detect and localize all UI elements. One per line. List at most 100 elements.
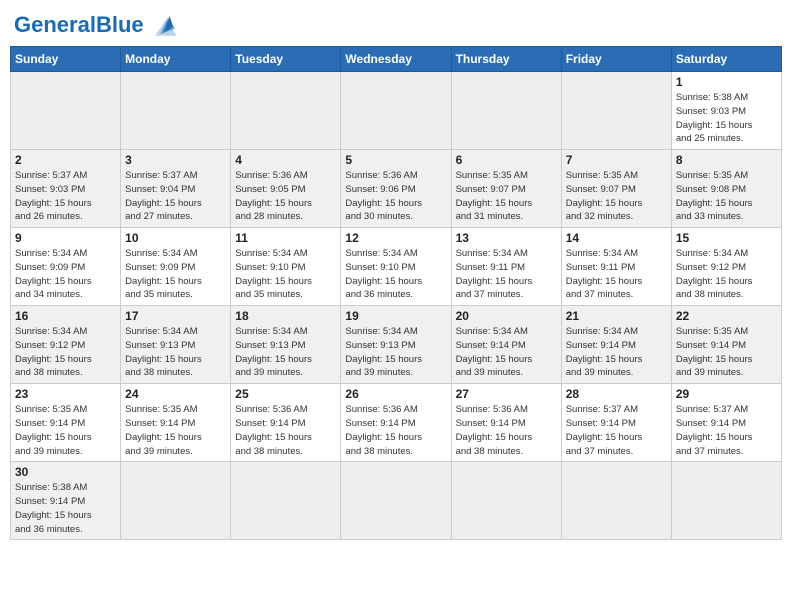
- calendar-cell: [561, 462, 671, 540]
- day-number: 8: [676, 153, 777, 167]
- calendar-week-row: 9 Sunrise: 5:34 AM Sunset: 9:09 PM Daylig…: [11, 228, 782, 306]
- day-number: 17: [125, 309, 226, 323]
- day-number: 12: [345, 231, 446, 245]
- day-info: Sunrise: 5:35 AM Sunset: 9:14 PM Dayligh…: [125, 403, 226, 458]
- day-number: 29: [676, 387, 777, 401]
- day-info: Sunrise: 5:34 AM Sunset: 9:12 PM Dayligh…: [676, 247, 777, 302]
- day-info: Sunrise: 5:34 AM Sunset: 9:12 PM Dayligh…: [15, 325, 116, 380]
- calendar-cell: 12 Sunrise: 5:34 AM Sunset: 9:10 PM Dayli…: [341, 228, 451, 306]
- day-number: 3: [125, 153, 226, 167]
- calendar-cell: [671, 462, 781, 540]
- calendar-cell: 4 Sunrise: 5:36 AM Sunset: 9:05 PM Daylig…: [231, 150, 341, 228]
- day-number: 26: [345, 387, 446, 401]
- calendar-cell: 5Sunrise: 5:36 AM Sunset: 9:06 PM Daylig…: [341, 150, 451, 228]
- calendar-cell: 3Sunrise: 5:37 AM Sunset: 9:04 PM Daylig…: [121, 150, 231, 228]
- day-number: 9: [15, 231, 116, 245]
- day-info: Sunrise: 5:34 AM Sunset: 9:14 PM Dayligh…: [566, 325, 667, 380]
- day-info: Sunrise: 5:34 AM Sunset: 9:10 PM Dayligh…: [345, 247, 446, 302]
- calendar-cell: 9 Sunrise: 5:34 AM Sunset: 9:09 PM Daylig…: [11, 228, 121, 306]
- day-number: 27: [456, 387, 557, 401]
- day-info: Sunrise: 5:36 AM Sunset: 9:14 PM Dayligh…: [345, 403, 446, 458]
- weekday-header-row: SundayMondayTuesdayWednesdayThursdayFrid…: [11, 47, 782, 72]
- calendar-cell: 2 Sunrise: 5:37 AM Sunset: 9:03 PM Daylig…: [11, 150, 121, 228]
- day-number: 6: [456, 153, 557, 167]
- weekday-header-friday: Friday: [561, 47, 671, 72]
- calendar-cell: 10Sunrise: 5:34 AM Sunset: 9:09 PM Dayli…: [121, 228, 231, 306]
- day-number: 22: [676, 309, 777, 323]
- calendar-week-row: 23 Sunrise: 5:35 AM Sunset: 9:14 PM Dayli…: [11, 384, 782, 462]
- day-info: Sunrise: 5:38 AM Sunset: 9:03 PM Dayligh…: [676, 91, 777, 146]
- calendar-cell: [561, 72, 671, 150]
- day-number: 24: [125, 387, 226, 401]
- calendar-cell: 1 Sunrise: 5:38 AM Sunset: 9:03 PM Daylig…: [671, 72, 781, 150]
- calendar-cell: 16Sunrise: 5:34 AM Sunset: 9:12 PM Dayli…: [11, 306, 121, 384]
- day-number: 21: [566, 309, 667, 323]
- day-number: 25: [235, 387, 336, 401]
- logo-blue: Blue: [96, 12, 144, 37]
- day-info: Sunrise: 5:35 AM Sunset: 9:07 PM Dayligh…: [566, 169, 667, 224]
- logo-text: GeneralBlue: [14, 14, 144, 36]
- day-number: 20: [456, 309, 557, 323]
- calendar-cell: [121, 462, 231, 540]
- calendar-cell: 23 Sunrise: 5:35 AM Sunset: 9:14 PM Dayli…: [11, 384, 121, 462]
- logo-bird-icon: [148, 10, 184, 40]
- day-number: 13: [456, 231, 557, 245]
- calendar-cell: 30 Sunrise: 5:38 AM Sunset: 9:14 PM Dayli…: [11, 462, 121, 540]
- day-number: 30: [15, 465, 116, 479]
- weekday-header-sunday: Sunday: [11, 47, 121, 72]
- day-info: Sunrise: 5:34 AM Sunset: 9:11 PM Dayligh…: [566, 247, 667, 302]
- calendar-week-row: 16Sunrise: 5:34 AM Sunset: 9:12 PM Dayli…: [11, 306, 782, 384]
- page-header: GeneralBlue: [10, 10, 782, 40]
- day-number: 14: [566, 231, 667, 245]
- day-number: 15: [676, 231, 777, 245]
- calendar-cell: 6 Sunrise: 5:35 AM Sunset: 9:07 PM Daylig…: [451, 150, 561, 228]
- weekday-header-monday: Monday: [121, 47, 231, 72]
- calendar-cell: 15 Sunrise: 5:34 AM Sunset: 9:12 PM Dayli…: [671, 228, 781, 306]
- day-info: Sunrise: 5:34 AM Sunset: 9:13 PM Dayligh…: [125, 325, 226, 380]
- day-info: Sunrise: 5:34 AM Sunset: 9:14 PM Dayligh…: [456, 325, 557, 380]
- calendar-cell: [121, 72, 231, 150]
- logo: GeneralBlue: [14, 10, 184, 40]
- day-info: Sunrise: 5:34 AM Sunset: 9:11 PM Dayligh…: [456, 247, 557, 302]
- calendar-cell: 11 Sunrise: 5:34 AM Sunset: 9:10 PM Dayli…: [231, 228, 341, 306]
- calendar-week-row: 30 Sunrise: 5:38 AM Sunset: 9:14 PM Dayli…: [11, 462, 782, 540]
- calendar-cell: [231, 462, 341, 540]
- day-number: 11: [235, 231, 336, 245]
- weekday-header-tuesday: Tuesday: [231, 47, 341, 72]
- calendar-cell: 29Sunrise: 5:37 AM Sunset: 9:14 PM Dayli…: [671, 384, 781, 462]
- day-info: Sunrise: 5:36 AM Sunset: 9:05 PM Dayligh…: [235, 169, 336, 224]
- day-info: Sunrise: 5:36 AM Sunset: 9:14 PM Dayligh…: [235, 403, 336, 458]
- day-number: 1: [676, 75, 777, 89]
- calendar-week-row: 1 Sunrise: 5:38 AM Sunset: 9:03 PM Daylig…: [11, 72, 782, 150]
- day-info: Sunrise: 5:34 AM Sunset: 9:10 PM Dayligh…: [235, 247, 336, 302]
- day-number: 23: [15, 387, 116, 401]
- calendar-cell: 21 Sunrise: 5:34 AM Sunset: 9:14 PM Dayli…: [561, 306, 671, 384]
- day-info: Sunrise: 5:35 AM Sunset: 9:14 PM Dayligh…: [676, 325, 777, 380]
- calendar-cell: [451, 72, 561, 150]
- day-info: Sunrise: 5:34 AM Sunset: 9:09 PM Dayligh…: [15, 247, 116, 302]
- day-info: Sunrise: 5:34 AM Sunset: 9:13 PM Dayligh…: [345, 325, 446, 380]
- day-number: 2: [15, 153, 116, 167]
- day-info: Sunrise: 5:34 AM Sunset: 9:09 PM Dayligh…: [125, 247, 226, 302]
- calendar-table: SundayMondayTuesdayWednesdayThursdayFrid…: [10, 46, 782, 540]
- day-number: 19: [345, 309, 446, 323]
- weekday-header-wednesday: Wednesday: [341, 47, 451, 72]
- day-number: 4: [235, 153, 336, 167]
- day-info: Sunrise: 5:35 AM Sunset: 9:14 PM Dayligh…: [15, 403, 116, 458]
- calendar-week-row: 2 Sunrise: 5:37 AM Sunset: 9:03 PM Daylig…: [11, 150, 782, 228]
- day-info: Sunrise: 5:37 AM Sunset: 9:03 PM Dayligh…: [15, 169, 116, 224]
- calendar-cell: 7 Sunrise: 5:35 AM Sunset: 9:07 PM Daylig…: [561, 150, 671, 228]
- calendar-cell: [341, 72, 451, 150]
- calendar-cell: 17 Sunrise: 5:34 AM Sunset: 9:13 PM Dayli…: [121, 306, 231, 384]
- day-info: Sunrise: 5:35 AM Sunset: 9:07 PM Dayligh…: [456, 169, 557, 224]
- day-info: Sunrise: 5:37 AM Sunset: 9:14 PM Dayligh…: [566, 403, 667, 458]
- calendar-cell: 27Sunrise: 5:36 AM Sunset: 9:14 PM Dayli…: [451, 384, 561, 462]
- weekday-header-thursday: Thursday: [451, 47, 561, 72]
- calendar-cell: 22 Sunrise: 5:35 AM Sunset: 9:14 PM Dayli…: [671, 306, 781, 384]
- day-info: Sunrise: 5:38 AM Sunset: 9:14 PM Dayligh…: [15, 481, 116, 536]
- calendar-cell: 28Sunrise: 5:37 AM Sunset: 9:14 PM Dayli…: [561, 384, 671, 462]
- calendar-cell: 24 Sunrise: 5:35 AM Sunset: 9:14 PM Dayli…: [121, 384, 231, 462]
- calendar-cell: 25 Sunrise: 5:36 AM Sunset: 9:14 PM Dayli…: [231, 384, 341, 462]
- day-number: 7: [566, 153, 667, 167]
- calendar-cell: [341, 462, 451, 540]
